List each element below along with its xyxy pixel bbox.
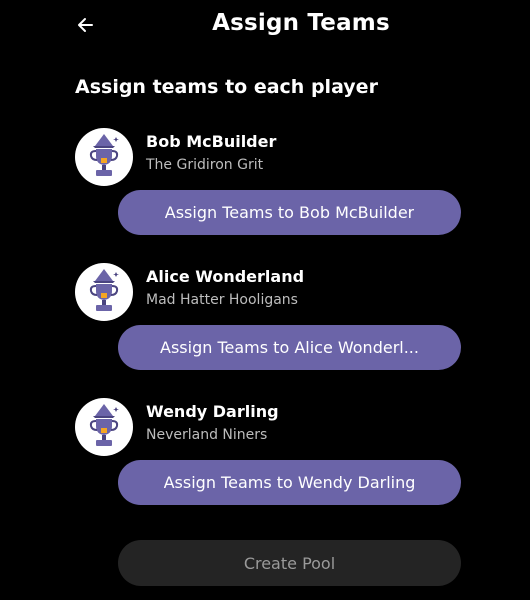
- assign-teams-button-label: Assign Teams to Wendy Darling: [163, 473, 416, 492]
- trophy-wizard-avatar-icon: [75, 398, 133, 456]
- create-pool-button[interactable]: Create Pool: [118, 540, 461, 586]
- player-team: Mad Hatter Hooligans: [146, 292, 298, 308]
- player-name: Alice Wonderland: [146, 267, 305, 286]
- player-name: Bob McBuilder: [146, 132, 277, 151]
- trophy-wizard-avatar-icon: [75, 128, 133, 186]
- header: Assign Teams: [0, 0, 530, 50]
- assign-teams-button[interactable]: Assign Teams to Bob McBuilder: [118, 190, 461, 235]
- assign-teams-button[interactable]: Assign Teams to Wendy Darling: [118, 460, 461, 505]
- player-name: Wendy Darling: [146, 402, 279, 421]
- page-title: Assign Teams: [212, 10, 390, 36]
- assign-teams-button-label: Assign Teams to Alice Wonderl...: [160, 338, 419, 357]
- assign-teams-button[interactable]: Assign Teams to Alice Wonderl...: [118, 325, 461, 370]
- player-team: The Gridiron Grit: [146, 157, 264, 173]
- assign-teams-button-label: Assign Teams to Bob McBuilder: [164, 203, 415, 222]
- trophy-wizard-avatar-icon: [75, 263, 133, 321]
- section-subtitle: Assign teams to each player: [75, 76, 378, 98]
- player-team: Neverland Niners: [146, 427, 268, 443]
